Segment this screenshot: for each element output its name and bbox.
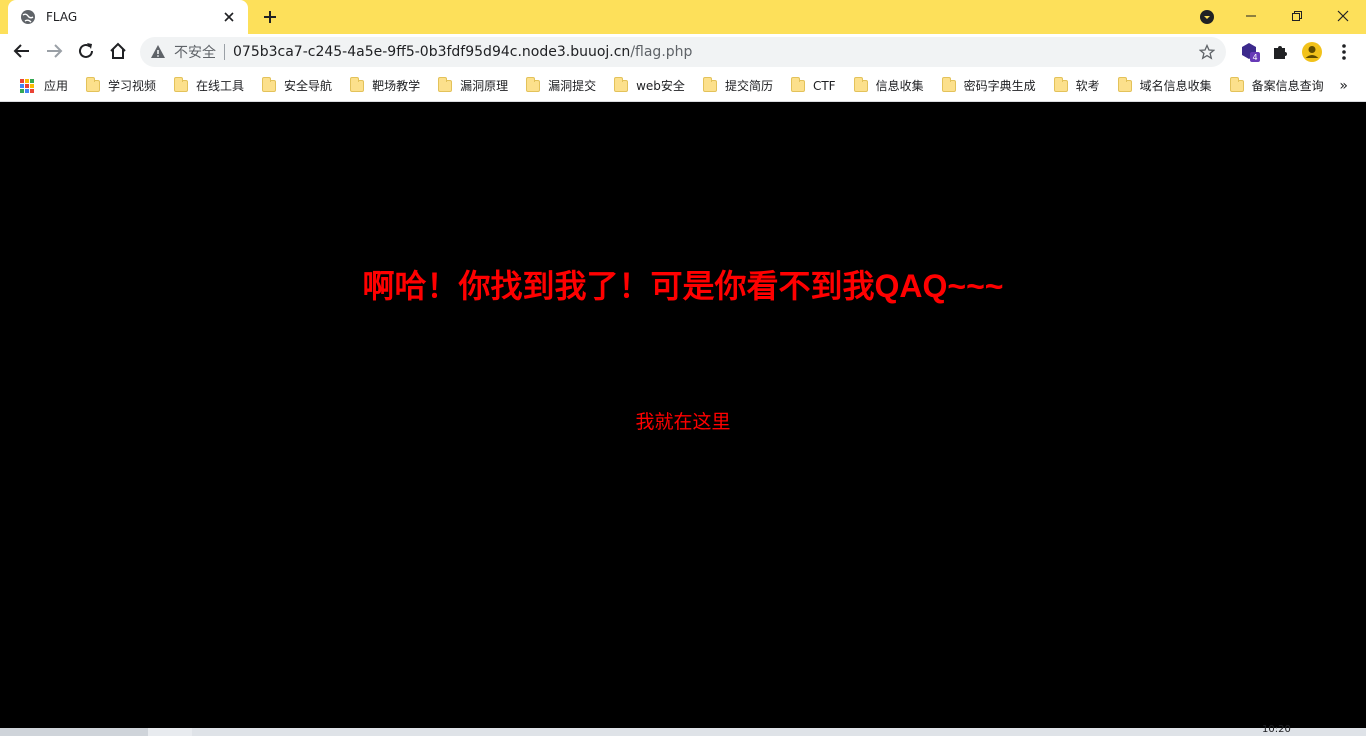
- folder-icon: [941, 76, 956, 92]
- bookmark-folder[interactable]: 信息收集: [848, 74, 930, 98]
- window-close-icon[interactable]: [1320, 0, 1366, 32]
- bookmark-folder[interactable]: 在线工具: [168, 74, 250, 98]
- tab-search-icon[interactable]: [1196, 6, 1218, 28]
- apps-grid-icon: [20, 78, 34, 93]
- bookmark-label: 漏洞提交: [548, 79, 597, 93]
- extension-hexagon-icon[interactable]: 4: [1238, 40, 1262, 64]
- folder-icon: [526, 76, 541, 92]
- minimize-icon[interactable]: [1228, 0, 1274, 32]
- folder-icon: [702, 76, 717, 92]
- bookmark-label: 域名信息收集: [1139, 79, 1212, 93]
- extensions-puzzle-icon[interactable]: [1268, 40, 1292, 64]
- taskbar-clock: 10:20: [1262, 724, 1291, 735]
- warning-icon[interactable]: [150, 44, 166, 60]
- bookmark-folder[interactable]: CTF: [785, 74, 842, 98]
- bookmark-folder[interactable]: 软考: [1048, 74, 1106, 98]
- new-tab-button[interactable]: [258, 5, 282, 29]
- reload-icon[interactable]: [72, 37, 100, 65]
- home-icon[interactable]: [104, 37, 132, 65]
- here-link[interactable]: 我就在这里: [0, 407, 1366, 434]
- bookmark-folder[interactable]: web安全: [608, 74, 691, 98]
- bookmark-label: 漏洞原理: [460, 79, 509, 93]
- globe-icon: [20, 9, 36, 25]
- browser-toolbar: 不安全 075b3ca7-c245-4a5e-9ff5-0b3fdf95d94c…: [0, 34, 1366, 70]
- folder-icon: [790, 76, 805, 92]
- extension-badge: 4: [1252, 53, 1257, 62]
- page-content: 啊哈！你找到我了！可是你看不到我QAQ~~~ 我就在这里: [0, 103, 1366, 728]
- folder-icon: [1229, 76, 1244, 92]
- tab-strip: FLAG: [0, 0, 1366, 34]
- address-bar[interactable]: 不安全 075b3ca7-c245-4a5e-9ff5-0b3fdf95d94c…: [140, 37, 1226, 67]
- taskbar: 10:20: [0, 724, 1366, 736]
- bookmark-label: 提交简历: [724, 79, 773, 93]
- back-arrow-icon[interactable]: [8, 37, 36, 65]
- bookmark-folder[interactable]: 学习视频: [80, 74, 162, 98]
- bookmark-folder[interactable]: 提交简历: [697, 74, 779, 98]
- bookmark-folder[interactable]: 密码字典生成: [936, 74, 1042, 98]
- folder-icon: [86, 76, 101, 92]
- bookmark-folder[interactable]: 安全导航: [256, 74, 338, 98]
- bookmark-label: 信息收集: [875, 79, 924, 93]
- bookmark-label: 密码字典生成: [963, 79, 1036, 93]
- bookmark-star-icon[interactable]: [1198, 43, 1216, 61]
- folder-icon: [853, 76, 868, 92]
- bookmark-label: 软考: [1075, 79, 1100, 93]
- bookmark-folder[interactable]: 靶场教学: [344, 74, 426, 98]
- bookmark-label: CTF: [812, 78, 836, 93]
- security-status[interactable]: 不安全: [174, 42, 216, 62]
- tab-title: FLAG: [46, 10, 78, 24]
- tab-close-icon[interactable]: [220, 8, 238, 26]
- bookmark-folder[interactable]: 备案信息查询: [1224, 74, 1330, 98]
- url-text[interactable]: 075b3ca7-c245-4a5e-9ff5-0b3fdf95d94c.nod…: [233, 44, 692, 60]
- bookmark-label: 靶场教学: [372, 79, 421, 93]
- bookmark-folder[interactable]: 漏洞原理: [432, 74, 514, 98]
- folder-icon: [1053, 76, 1068, 92]
- folder-icon: [438, 76, 453, 92]
- forward-arrow-icon[interactable]: [40, 37, 68, 65]
- taskbar-segment[interactable]: [148, 728, 192, 736]
- profile-avatar-icon[interactable]: [1300, 40, 1324, 64]
- divider: [224, 44, 225, 60]
- folder-icon: [614, 76, 629, 92]
- tab-flag[interactable]: FLAG: [8, 0, 248, 34]
- bookmark-label: 备案信息查询: [1251, 79, 1324, 93]
- folder-icon: [174, 76, 189, 92]
- bookmark-label: 安全导航: [284, 79, 333, 93]
- url-path: /flag.php: [630, 44, 693, 60]
- page-headline: 啊哈！你找到我了！可是你看不到我QAQ~~~: [362, 268, 1004, 304]
- taskbar-segment[interactable]: [0, 728, 148, 736]
- bookmarks-overflow-button[interactable]: »: [1339, 78, 1348, 94]
- folder-icon: [262, 76, 277, 92]
- bookmark-folder[interactable]: 域名信息收集: [1112, 74, 1218, 98]
- folder-icon: [1117, 76, 1132, 92]
- restore-icon[interactable]: [1274, 0, 1320, 32]
- bookmark-label: 应用: [44, 79, 69, 93]
- bookmarks-bar: 应用 学习视频 在线工具 安全导航 靶场教学 漏洞原理 漏洞提交 web安全 提…: [0, 70, 1366, 102]
- bookmark-folder[interactable]: 漏洞提交: [520, 74, 602, 98]
- folder-icon: [350, 76, 365, 92]
- bookmark-label: 学习视频: [108, 79, 157, 93]
- menu-kebab-icon[interactable]: [1332, 40, 1356, 64]
- bookmark-label: 在线工具: [196, 79, 245, 93]
- url-host: 075b3ca7-c245-4a5e-9ff5-0b3fdf95d94c.nod…: [233, 44, 631, 60]
- bookmark-apps[interactable]: 应用: [14, 74, 74, 98]
- bookmark-label: web安全: [636, 79, 685, 93]
